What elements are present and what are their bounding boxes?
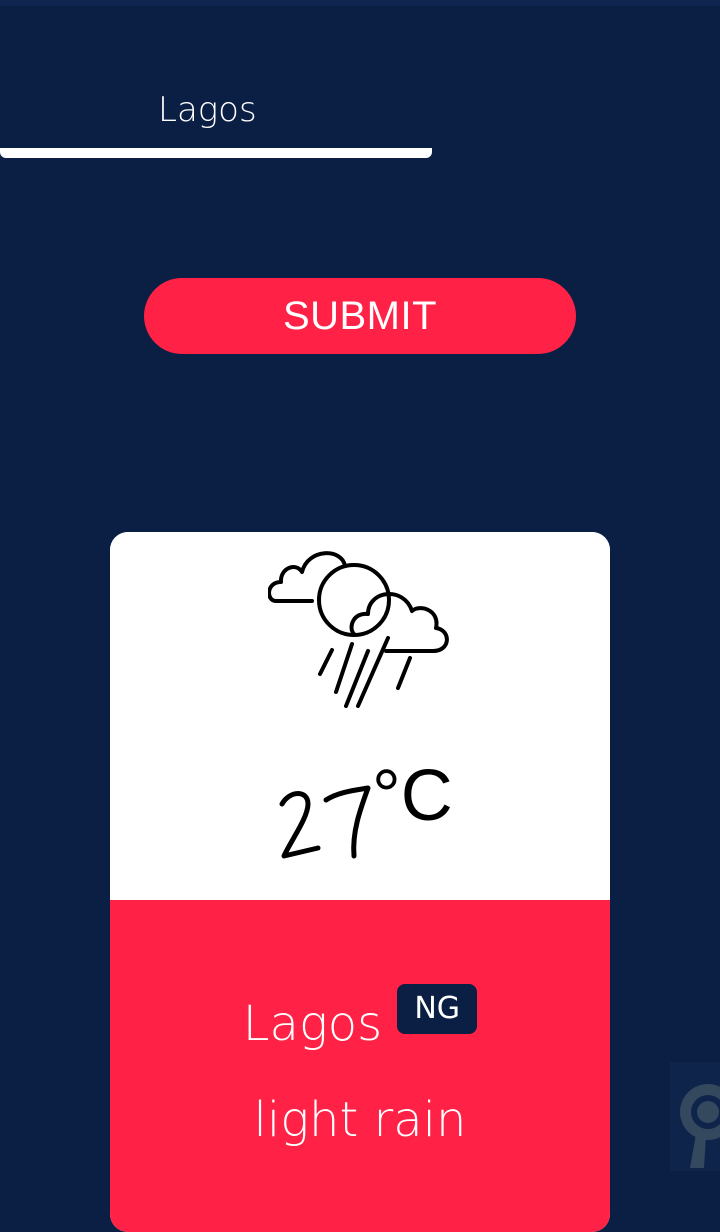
temperature-display: °C xyxy=(110,752,610,872)
weather-card: °C Lagos NG light rain xyxy=(110,532,610,1232)
search-field[interactable] xyxy=(144,72,576,158)
country-badge: NG xyxy=(397,984,478,1034)
search-underline xyxy=(0,148,432,158)
weather-card-top: °C xyxy=(110,532,610,900)
city-name: Lagos xyxy=(242,996,383,1052)
cloud-sun-rain-icon xyxy=(268,551,449,708)
submit-button[interactable]: SUBMIT xyxy=(144,278,576,354)
assistant-icon xyxy=(680,1084,720,1168)
temperature-digits xyxy=(279,785,371,859)
location-row: Lagos NG xyxy=(110,984,610,1064)
weather-description: light rain xyxy=(253,1092,467,1148)
floating-assistant-button[interactable] xyxy=(670,1062,720,1171)
top-edge xyxy=(0,0,720,6)
weather-card-bottom: Lagos NG light rain xyxy=(110,900,610,1232)
temperature-unit: °C xyxy=(372,756,453,836)
search-input[interactable] xyxy=(144,72,576,148)
